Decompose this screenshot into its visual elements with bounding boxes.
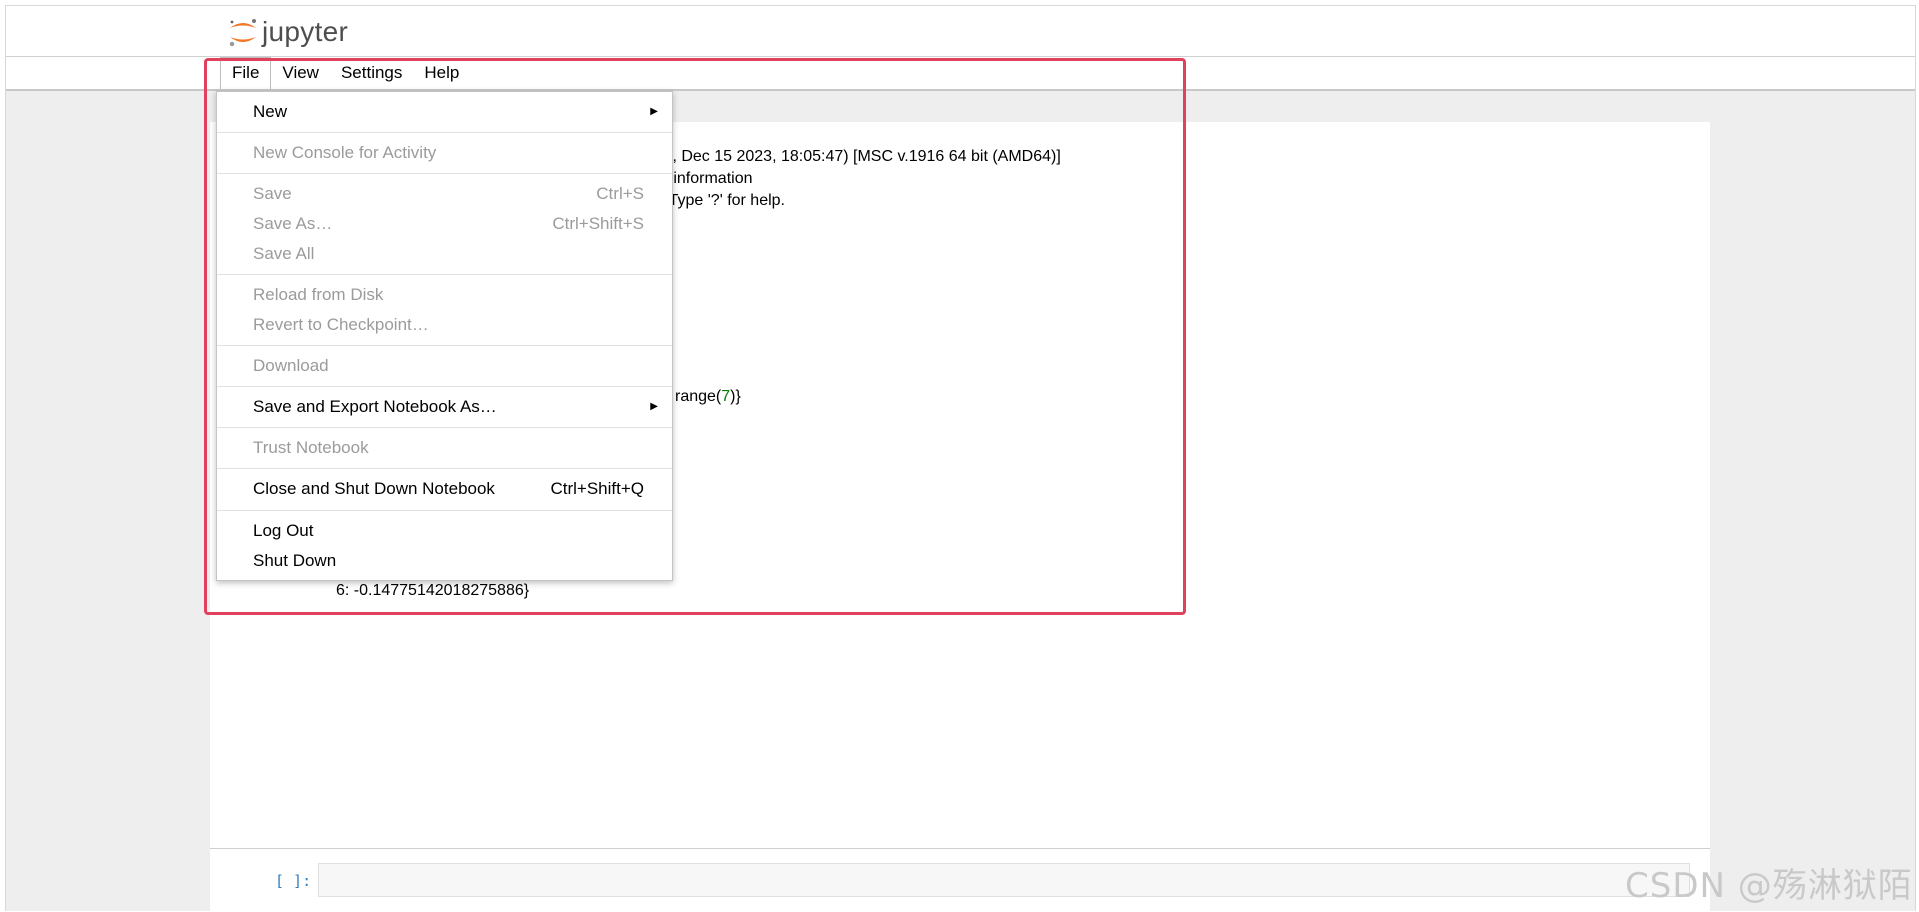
menu-item-save-as[interactable]: Save As… Ctrl+Shift+S	[217, 210, 672, 238]
top-header: jupyter	[6, 6, 1915, 57]
output-line: e information	[660, 170, 753, 187]
menu-separator	[217, 427, 672, 428]
menu-item-shortcut: Ctrl+Shift+S	[552, 214, 644, 233]
menu-item-reload[interactable]: Reload from Disk	[217, 281, 672, 309]
menu-item-new-console[interactable]: New Console for Activity	[217, 139, 672, 167]
menu-item-revert[interactable]: Revert to Checkpoint…	[217, 311, 672, 339]
output-number: 7	[721, 388, 731, 405]
menu-item-save-export[interactable]: Save and Export Notebook As… ▶	[217, 393, 672, 421]
menu-view[interactable]: View	[271, 57, 330, 89]
menu-item-shortcut: Ctrl+Shift+Q	[550, 479, 644, 498]
menu-separator	[217, 173, 672, 174]
output-line: . Type '?' for help.	[660, 192, 785, 209]
menu-separator	[217, 132, 672, 133]
menu-item-label: Save All	[253, 244, 315, 263]
input-prompt: [ ]:	[275, 872, 312, 890]
menu-item-label: Download	[253, 356, 329, 375]
menu-item-label: Reload from Disk	[253, 285, 384, 304]
output-line: 6: -0.14775142018275886}	[336, 582, 530, 599]
menu-item-new[interactable]: New ▶	[217, 98, 672, 126]
menu-item-trust[interactable]: Trust Notebook	[217, 434, 672, 462]
menu-item-label: Save and Export Notebook As…	[253, 397, 497, 416]
submenu-arrow-icon: ▶	[650, 401, 658, 412]
output-text: )}	[730, 388, 741, 405]
menu-item-shortcut: Ctrl+S	[596, 184, 644, 203]
menu-item-label: Trust Notebook	[253, 438, 369, 457]
menu-separator	[217, 345, 672, 346]
logo-text: jupyter	[262, 16, 349, 47]
menu-separator	[217, 274, 672, 275]
menu-item-download[interactable]: Download	[217, 352, 672, 380]
output-text: range(	[675, 388, 722, 405]
menu-separator	[217, 386, 672, 387]
menu-item-label: New Console for Activity	[253, 143, 437, 162]
menu-item-label: New	[253, 102, 288, 121]
menu-item-shut-down[interactable]: Shut Down	[217, 547, 672, 575]
menu-item-log-out[interactable]: Log Out	[217, 517, 672, 545]
menu-item-label: Save	[253, 184, 292, 203]
menu-item-save-all[interactable]: Save All	[217, 240, 672, 268]
jupyter-logo[interactable]: jupyter	[226, 16, 348, 48]
menubar: File View Settings Help	[6, 57, 1915, 91]
menu-item-label: Shut Down	[253, 551, 337, 570]
menu-item-label: Close and Shut Down Notebook	[253, 479, 495, 498]
menu-settings[interactable]: Settings	[330, 57, 413, 89]
jupyter-logo-icon	[229, 19, 256, 47]
file-menu-dropdown: New ▶ New Console for Activity Save Ctrl…	[216, 91, 673, 581]
menu-item-label: Revert to Checkpoint…	[253, 315, 429, 334]
output-line: in, Dec 15 2023, 18:05:47) [MSC v.1916 6…	[660, 148, 1061, 165]
menu-help[interactable]: Help	[413, 57, 470, 89]
menu-separator	[217, 468, 672, 469]
menu-item-save[interactable]: Save Ctrl+S	[217, 180, 672, 208]
output-line: range(7)}	[675, 388, 741, 406]
menu-item-label: Save As…	[253, 214, 333, 233]
menu-separator	[217, 510, 672, 511]
menu-item-close-shutdown[interactable]: Close and Shut Down Notebook Ctrl+Shift+…	[217, 475, 672, 503]
watermark: CSDN @殇淋狱陌	[1625, 866, 1913, 906]
menu-item-label: Log Out	[253, 521, 314, 540]
console-input[interactable]	[318, 863, 1690, 897]
submenu-arrow-icon: ▶	[650, 106, 658, 117]
menu-file[interactable]: File	[220, 57, 272, 89]
